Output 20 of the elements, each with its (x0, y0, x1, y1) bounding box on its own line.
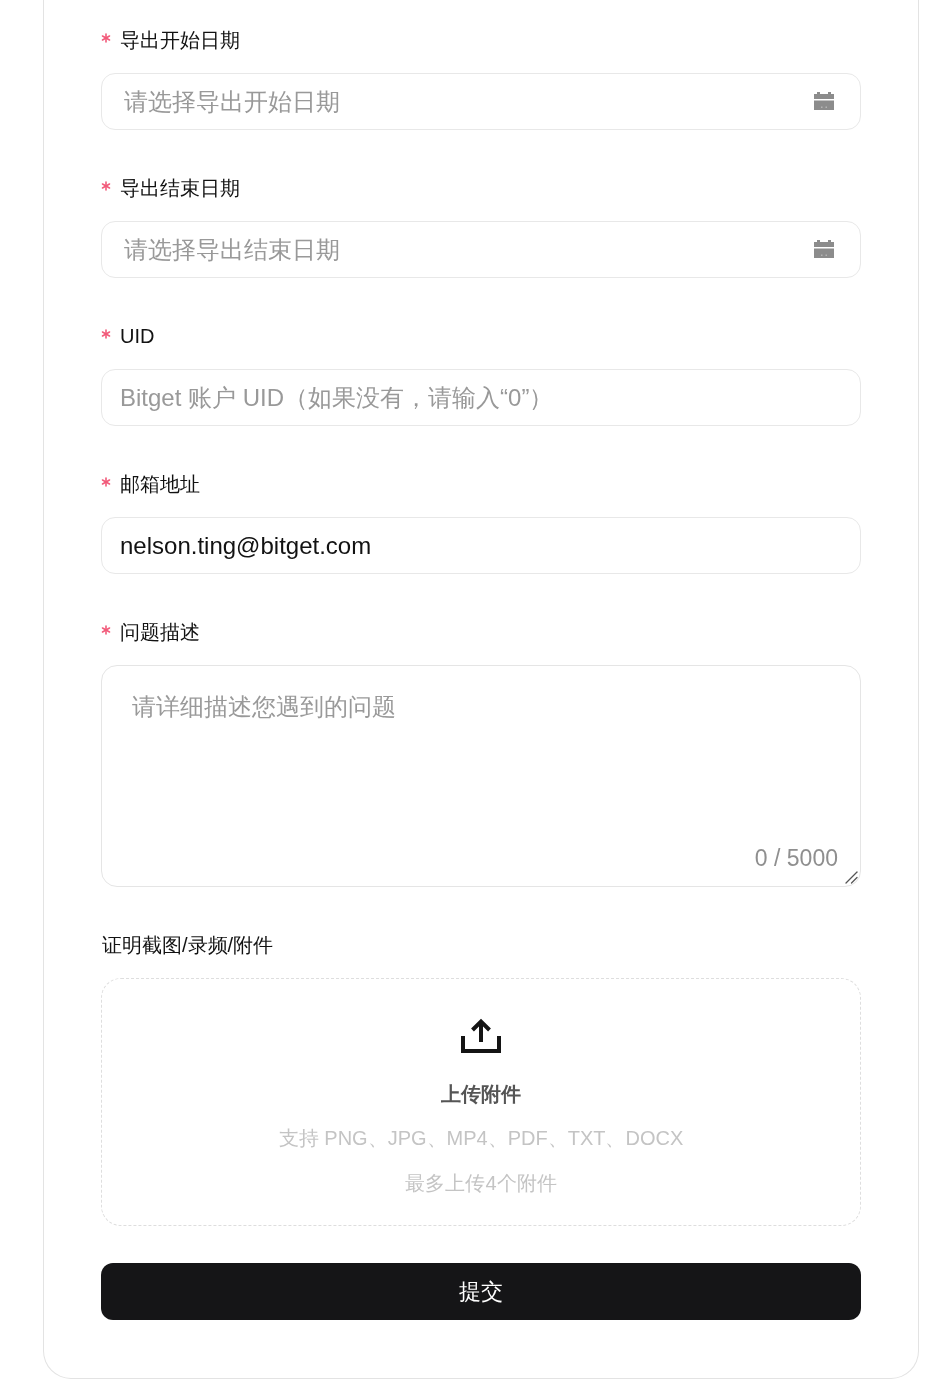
field-label: 导出结束日期 (120, 176, 240, 201)
date-picker-field[interactable]: 请选择导出开始日期 (101, 73, 861, 130)
text-input-field[interactable]: Bitget 账户 UID（如果没有，请输入“0”） (101, 369, 861, 426)
submit-button[interactable]: 提交 (101, 1263, 861, 1320)
date-picker-field[interactable]: 请选择导出结束日期 (101, 221, 861, 278)
field-label: 邮箱地址 (120, 472, 200, 497)
upload-title: 上传附件 (441, 1082, 521, 1107)
character-counter: 0 / 5000 (754, 844, 838, 872)
field-label: 证明截图/录频/附件 (102, 933, 274, 958)
field-label: UID (120, 324, 155, 349)
text-input-field[interactable]: nelson.ting@bitget.com (101, 517, 861, 574)
supported-formats-text: 支持 PNG、JPG、MP4、PDF、TXT、DOCX (278, 1126, 684, 1151)
upload-icon (461, 1017, 501, 1053)
field-label: 问题描述 (120, 620, 200, 645)
field-label: 导出开始日期 (120, 28, 240, 53)
resize-handle-icon[interactable] (844, 870, 858, 884)
calendar-icon (814, 92, 834, 110)
upload-dropzone[interactable]: 上传附件 支持 PNG、JPG、MP4、PDF、TXT、DOCX 最多上传4个附件 (101, 978, 861, 1226)
calendar-icon (814, 240, 834, 258)
upload-limit-text: 最多上传4个附件 (405, 1171, 557, 1196)
